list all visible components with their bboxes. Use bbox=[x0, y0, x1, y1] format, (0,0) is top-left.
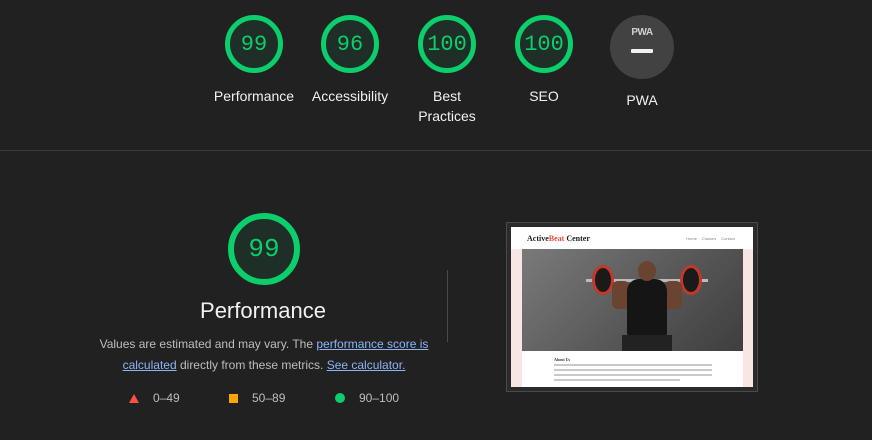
brand-text: Center bbox=[564, 234, 590, 243]
site-nav-links: Home Classes Contact bbox=[681, 236, 735, 241]
gauge-label: Best Practices bbox=[418, 88, 476, 124]
score-ring: 100 bbox=[515, 15, 573, 73]
athlete-legs bbox=[622, 335, 672, 351]
legend-range: 50–89 bbox=[252, 391, 286, 405]
about-title: About Us bbox=[554, 357, 571, 362]
square-icon bbox=[229, 393, 238, 403]
weight-plate bbox=[680, 265, 702, 295]
dash-icon bbox=[631, 49, 653, 53]
gauge-label: Accessibility bbox=[311, 88, 389, 104]
pwa-logo-icon: PWA bbox=[631, 27, 653, 38]
performance-description: Values are estimated and may vary. The p… bbox=[98, 334, 430, 376]
score-ring: 99 bbox=[225, 15, 283, 73]
gauge-label: SEO bbox=[529, 88, 559, 104]
desc-text: Values are estimated and may vary. The bbox=[99, 337, 317, 351]
page-screenshot-thumbnail[interactable]: ActiveBeat Center Home Classes Contact Abo… bbox=[506, 222, 758, 392]
triangle-icon bbox=[129, 393, 139, 403]
nav-link: Classes bbox=[701, 236, 717, 241]
legend-range: 0–49 bbox=[153, 391, 180, 405]
weight-plate bbox=[592, 265, 614, 295]
score-ring: 96 bbox=[321, 15, 379, 73]
gauge-seo[interactable]: 100 SEO bbox=[494, 15, 594, 106]
performance-title: Performance bbox=[200, 298, 326, 323]
pwa-badge: PWA bbox=[610, 15, 674, 79]
gauge-best-practices[interactable]: 100 Best Practices bbox=[397, 15, 497, 126]
brand-text: Active bbox=[527, 234, 549, 243]
site-navbar: ActiveBeat Center Home Classes Contact bbox=[511, 227, 753, 249]
gauge-accessibility[interactable]: 96 Accessibility bbox=[300, 15, 400, 106]
athlete-body bbox=[627, 279, 667, 337]
score-value: 96 bbox=[336, 31, 364, 57]
performance-gauge: 99 bbox=[228, 213, 300, 285]
gauge-performance[interactable]: 99 Performance bbox=[204, 15, 304, 106]
circle-icon bbox=[335, 393, 345, 403]
legend-average: 50–89 bbox=[229, 391, 285, 405]
hero-image bbox=[522, 249, 743, 351]
section-divider bbox=[0, 150, 872, 151]
about-section: About Us bbox=[522, 351, 743, 387]
score-ring: 99 bbox=[228, 213, 300, 285]
category-gauges: 99 Performance 96 Accessibility 100 Best… bbox=[0, 0, 872, 150]
see-calculator-link[interactable]: See calculator. bbox=[327, 358, 406, 372]
site-brand: ActiveBeat Center bbox=[527, 234, 590, 243]
gauge-pwa[interactable]: PWA PWA bbox=[592, 15, 692, 110]
score-value: 100 bbox=[427, 31, 467, 57]
nav-link: Home bbox=[686, 236, 697, 241]
legend-fail: 0–49 bbox=[129, 391, 180, 405]
score-value: 99 bbox=[248, 234, 280, 264]
screenshot-image: ActiveBeat Center Home Classes Contact Abo… bbox=[511, 227, 753, 387]
brand-accent: Beat bbox=[548, 234, 565, 243]
gauge-label: Performance bbox=[213, 88, 295, 104]
about-text-lines bbox=[554, 364, 712, 384]
score-ring: 100 bbox=[418, 15, 476, 73]
desc-text: directly from these metrics. bbox=[176, 358, 327, 372]
legend-pass: 90–100 bbox=[335, 391, 399, 405]
nav-link: Contact bbox=[721, 236, 735, 241]
legend-range: 90–100 bbox=[359, 391, 400, 405]
gauge-label: PWA bbox=[626, 92, 658, 108]
athlete-head bbox=[638, 261, 656, 281]
vertical-separator bbox=[447, 270, 448, 342]
score-value: 100 bbox=[524, 31, 564, 57]
score-value: 99 bbox=[240, 31, 268, 57]
